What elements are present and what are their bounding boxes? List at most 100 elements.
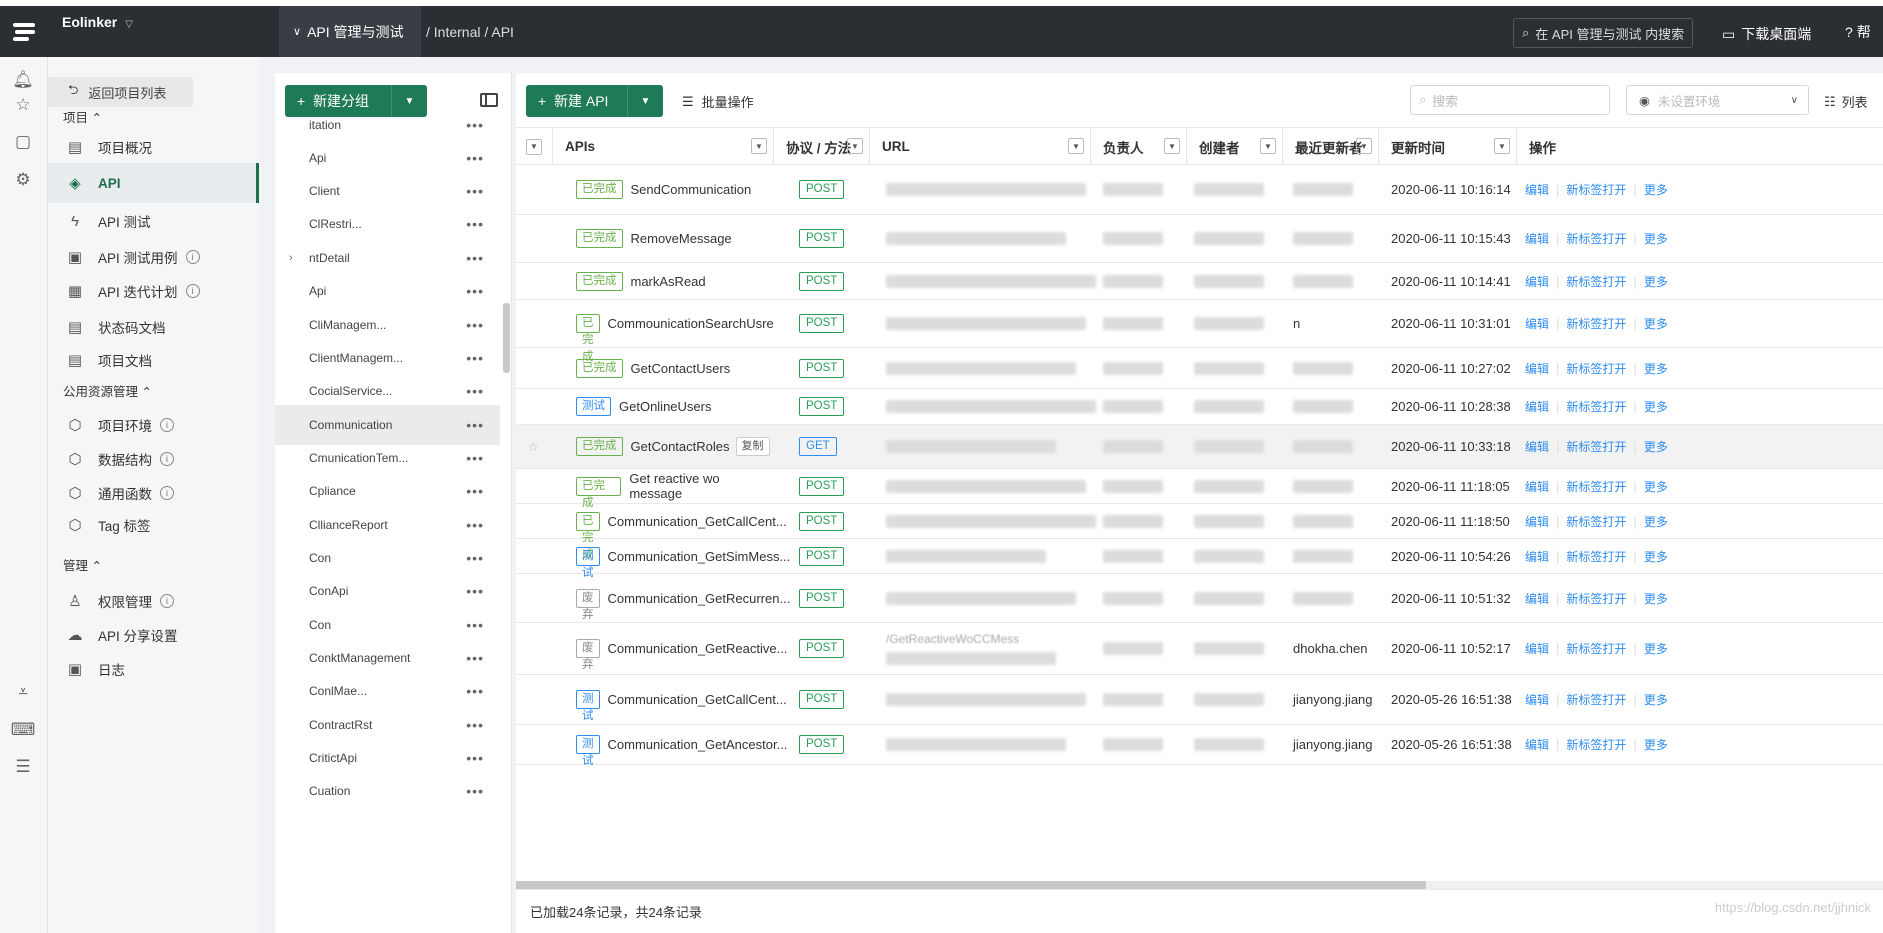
more-icon[interactable]: •••	[466, 550, 484, 566]
edit-link[interactable]: 编辑	[1525, 590, 1549, 607]
table-row[interactable]: 测试 GetOnlineUsers POST 2020-06-11 10:28:…	[516, 389, 1883, 425]
nav-item-api[interactable]: ◈ API	[48, 163, 259, 203]
more-icon[interactable]: •••	[466, 283, 484, 299]
edit-link[interactable]: 编辑	[1525, 398, 1549, 415]
api-name[interactable]: SendCommunication	[631, 182, 752, 197]
api-name-cell[interactable]: 测试 GetOnlineUsers	[576, 389, 771, 424]
table-row[interactable]: 废弃 Communication_GetReactive... POST /Ge…	[516, 623, 1883, 675]
more-icon[interactable]: •••	[466, 583, 484, 599]
more-icon[interactable]: •••	[466, 683, 484, 699]
eolinker-logo[interactable]	[0, 6, 48, 57]
row-checkbox[interactable]	[528, 469, 548, 503]
help-button[interactable]: ? 帮	[1845, 22, 1871, 42]
settings-icon[interactable]: ⚙	[12, 169, 34, 191]
row-checkbox[interactable]	[528, 300, 548, 347]
table-row[interactable]: 已完成 Communication_GetCallCent... POST 20…	[516, 504, 1883, 561]
select-all-header[interactable]: ▼	[516, 128, 553, 165]
more-icon[interactable]: •••	[466, 117, 484, 133]
open-new-tab-link[interactable]: 新标签打开	[1566, 691, 1626, 708]
table-row[interactable]: 已完成 markAsRead POST 2020-06-11 10:14:41 …	[516, 263, 1883, 300]
more-icon[interactable]: •••	[466, 783, 484, 799]
api-name-cell[interactable]: 已完成 GetContactUsers	[576, 348, 771, 388]
api-name-cell[interactable]: 已完成 GetContactRoles 复制	[576, 425, 771, 468]
filter-icon[interactable]: ▼	[1494, 138, 1510, 154]
info-icon[interactable]: i	[160, 452, 174, 466]
edit-link[interactable]: 编辑	[1525, 315, 1549, 332]
api-name[interactable]: Communication_GetAncestor...	[608, 737, 788, 752]
row-checkbox[interactable]	[528, 725, 548, 764]
info-icon[interactable]: i	[185, 250, 200, 264]
open-new-tab-link[interactable]: 新标签打开	[1566, 736, 1626, 753]
row-checkbox[interactable]	[528, 574, 548, 622]
info-icon[interactable]: i	[160, 594, 174, 608]
api-search-input[interactable]: ⌕ 搜索	[1410, 85, 1610, 115]
nav-item-project-doc[interactable]: ▤ 项目文档	[48, 340, 259, 380]
project-tab[interactable]: ∨ API 管理与测试	[279, 6, 421, 57]
filter-icon[interactable]: ▼	[1164, 138, 1180, 154]
star-icon[interactable]: ☆	[12, 94, 34, 116]
filter-icon[interactable]: ▼	[751, 138, 767, 154]
menu-icon[interactable]: ☰	[12, 756, 34, 778]
more-icon[interactable]: •••	[466, 317, 484, 333]
table-row[interactable]: 已完成 Get reactive wo message POST 2020-06…	[516, 469, 1883, 509]
more-icon[interactable]: •••	[466, 150, 484, 166]
open-new-tab-link[interactable]: 新标签打开	[1566, 548, 1626, 565]
row-checkbox[interactable]	[528, 539, 548, 573]
more-icon[interactable]: •••	[466, 483, 484, 499]
api-name-cell[interactable]: 已完成 Communication_GetCallCent...	[576, 504, 787, 561]
table-row[interactable]: 已完成 GetContactUsers POST 2020-06-11 10:2…	[516, 348, 1883, 389]
more-link[interactable]: 更多	[1644, 230, 1668, 247]
api-name[interactable]: Communication_GetReactive...	[608, 641, 788, 656]
open-new-tab-link[interactable]: 新标签打开	[1566, 273, 1626, 290]
open-new-tab-link[interactable]: 新标签打开	[1566, 590, 1626, 607]
chevron-right-icon[interactable]: ›	[289, 252, 293, 264]
tree-item[interactable]: Cuation •••	[275, 771, 500, 811]
more-icon[interactable]: •••	[466, 450, 484, 466]
api-name[interactable]: markAsRead	[631, 274, 706, 289]
row-checkbox[interactable]	[528, 215, 548, 262]
info-icon[interactable]: i	[160, 486, 174, 500]
nav-group-public[interactable]: 公用资源管理 ⌃	[63, 381, 152, 400]
filter-icon[interactable]: ▼	[1260, 138, 1276, 154]
more-link[interactable]: 更多	[1644, 315, 1668, 332]
table-row[interactable]: 废弃 Communication_GetRecurren... POST 202…	[516, 574, 1883, 623]
api-name-cell[interactable]: 已完成 SendCommunication	[576, 165, 771, 214]
more-icon[interactable]: •••	[466, 717, 484, 733]
api-name[interactable]: Communication_GetCallCent...	[608, 514, 787, 529]
more-icon[interactable]: •••	[466, 750, 484, 766]
open-new-tab-link[interactable]: 新标签打开	[1566, 478, 1626, 495]
star-icon[interactable]: ☆	[528, 440, 539, 454]
open-new-tab-link[interactable]: 新标签打开	[1566, 438, 1626, 455]
nav-item-logs[interactable]: ▣ 日志	[48, 649, 259, 689]
back-to-projects-button[interactable]: ⮌ 返回项目列表	[48, 77, 193, 107]
nav-group-admin[interactable]: 管理 ⌃	[63, 555, 102, 574]
tree-scrollbar[interactable]	[503, 303, 510, 373]
more-link[interactable]: 更多	[1644, 736, 1668, 753]
more-link[interactable]: 更多	[1644, 360, 1668, 377]
api-name-cell[interactable]: 已完成 CommounicationSearchUsre	[576, 300, 774, 363]
nav-item-tags[interactable]: ⬡ Tag 标签	[48, 505, 259, 545]
api-name-cell[interactable]: 废弃 Communication_GetReactive...	[576, 623, 787, 674]
api-name-cell[interactable]: 已完成 markAsRead	[576, 263, 771, 299]
info-icon[interactable]: i	[160, 418, 174, 432]
scrollbar-thumb[interactable]	[516, 881, 1426, 889]
api-name[interactable]: CommounicationSearchUsre	[608, 316, 774, 331]
api-name-cell[interactable]: 测试 Communication_GetSimMess...	[576, 539, 790, 579]
caret-down-icon[interactable]: ▼	[526, 138, 542, 155]
nav-item-api-test[interactable]: ϟ API 测试	[48, 201, 259, 241]
breadcrumb[interactable]: / Internal / API	[426, 24, 514, 40]
more-icon[interactable]: •••	[466, 517, 484, 533]
api-name[interactable]: Get reactive wo message	[629, 471, 771, 501]
row-checkbox[interactable]: ☆	[528, 425, 548, 468]
open-new-tab-link[interactable]: 新标签打开	[1566, 640, 1626, 657]
nav-item-api-iteration[interactable]: ▦ API 迭代计划 i	[48, 271, 259, 311]
global-search[interactable]: ⌕ 在 API 管理与测试 内搜索	[1513, 18, 1693, 48]
more-link[interactable]: 更多	[1644, 513, 1668, 530]
edit-link[interactable]: 编辑	[1525, 273, 1549, 290]
edit-link[interactable]: 编辑	[1525, 360, 1549, 377]
table-row[interactable]: 测试 Communication_GetSimMess... POST 2020…	[516, 539, 1883, 579]
edit-link[interactable]: 编辑	[1525, 438, 1549, 455]
more-link[interactable]: 更多	[1644, 181, 1668, 198]
api-name[interactable]: GetOnlineUsers	[619, 399, 711, 414]
more-link[interactable]: 更多	[1644, 691, 1668, 708]
